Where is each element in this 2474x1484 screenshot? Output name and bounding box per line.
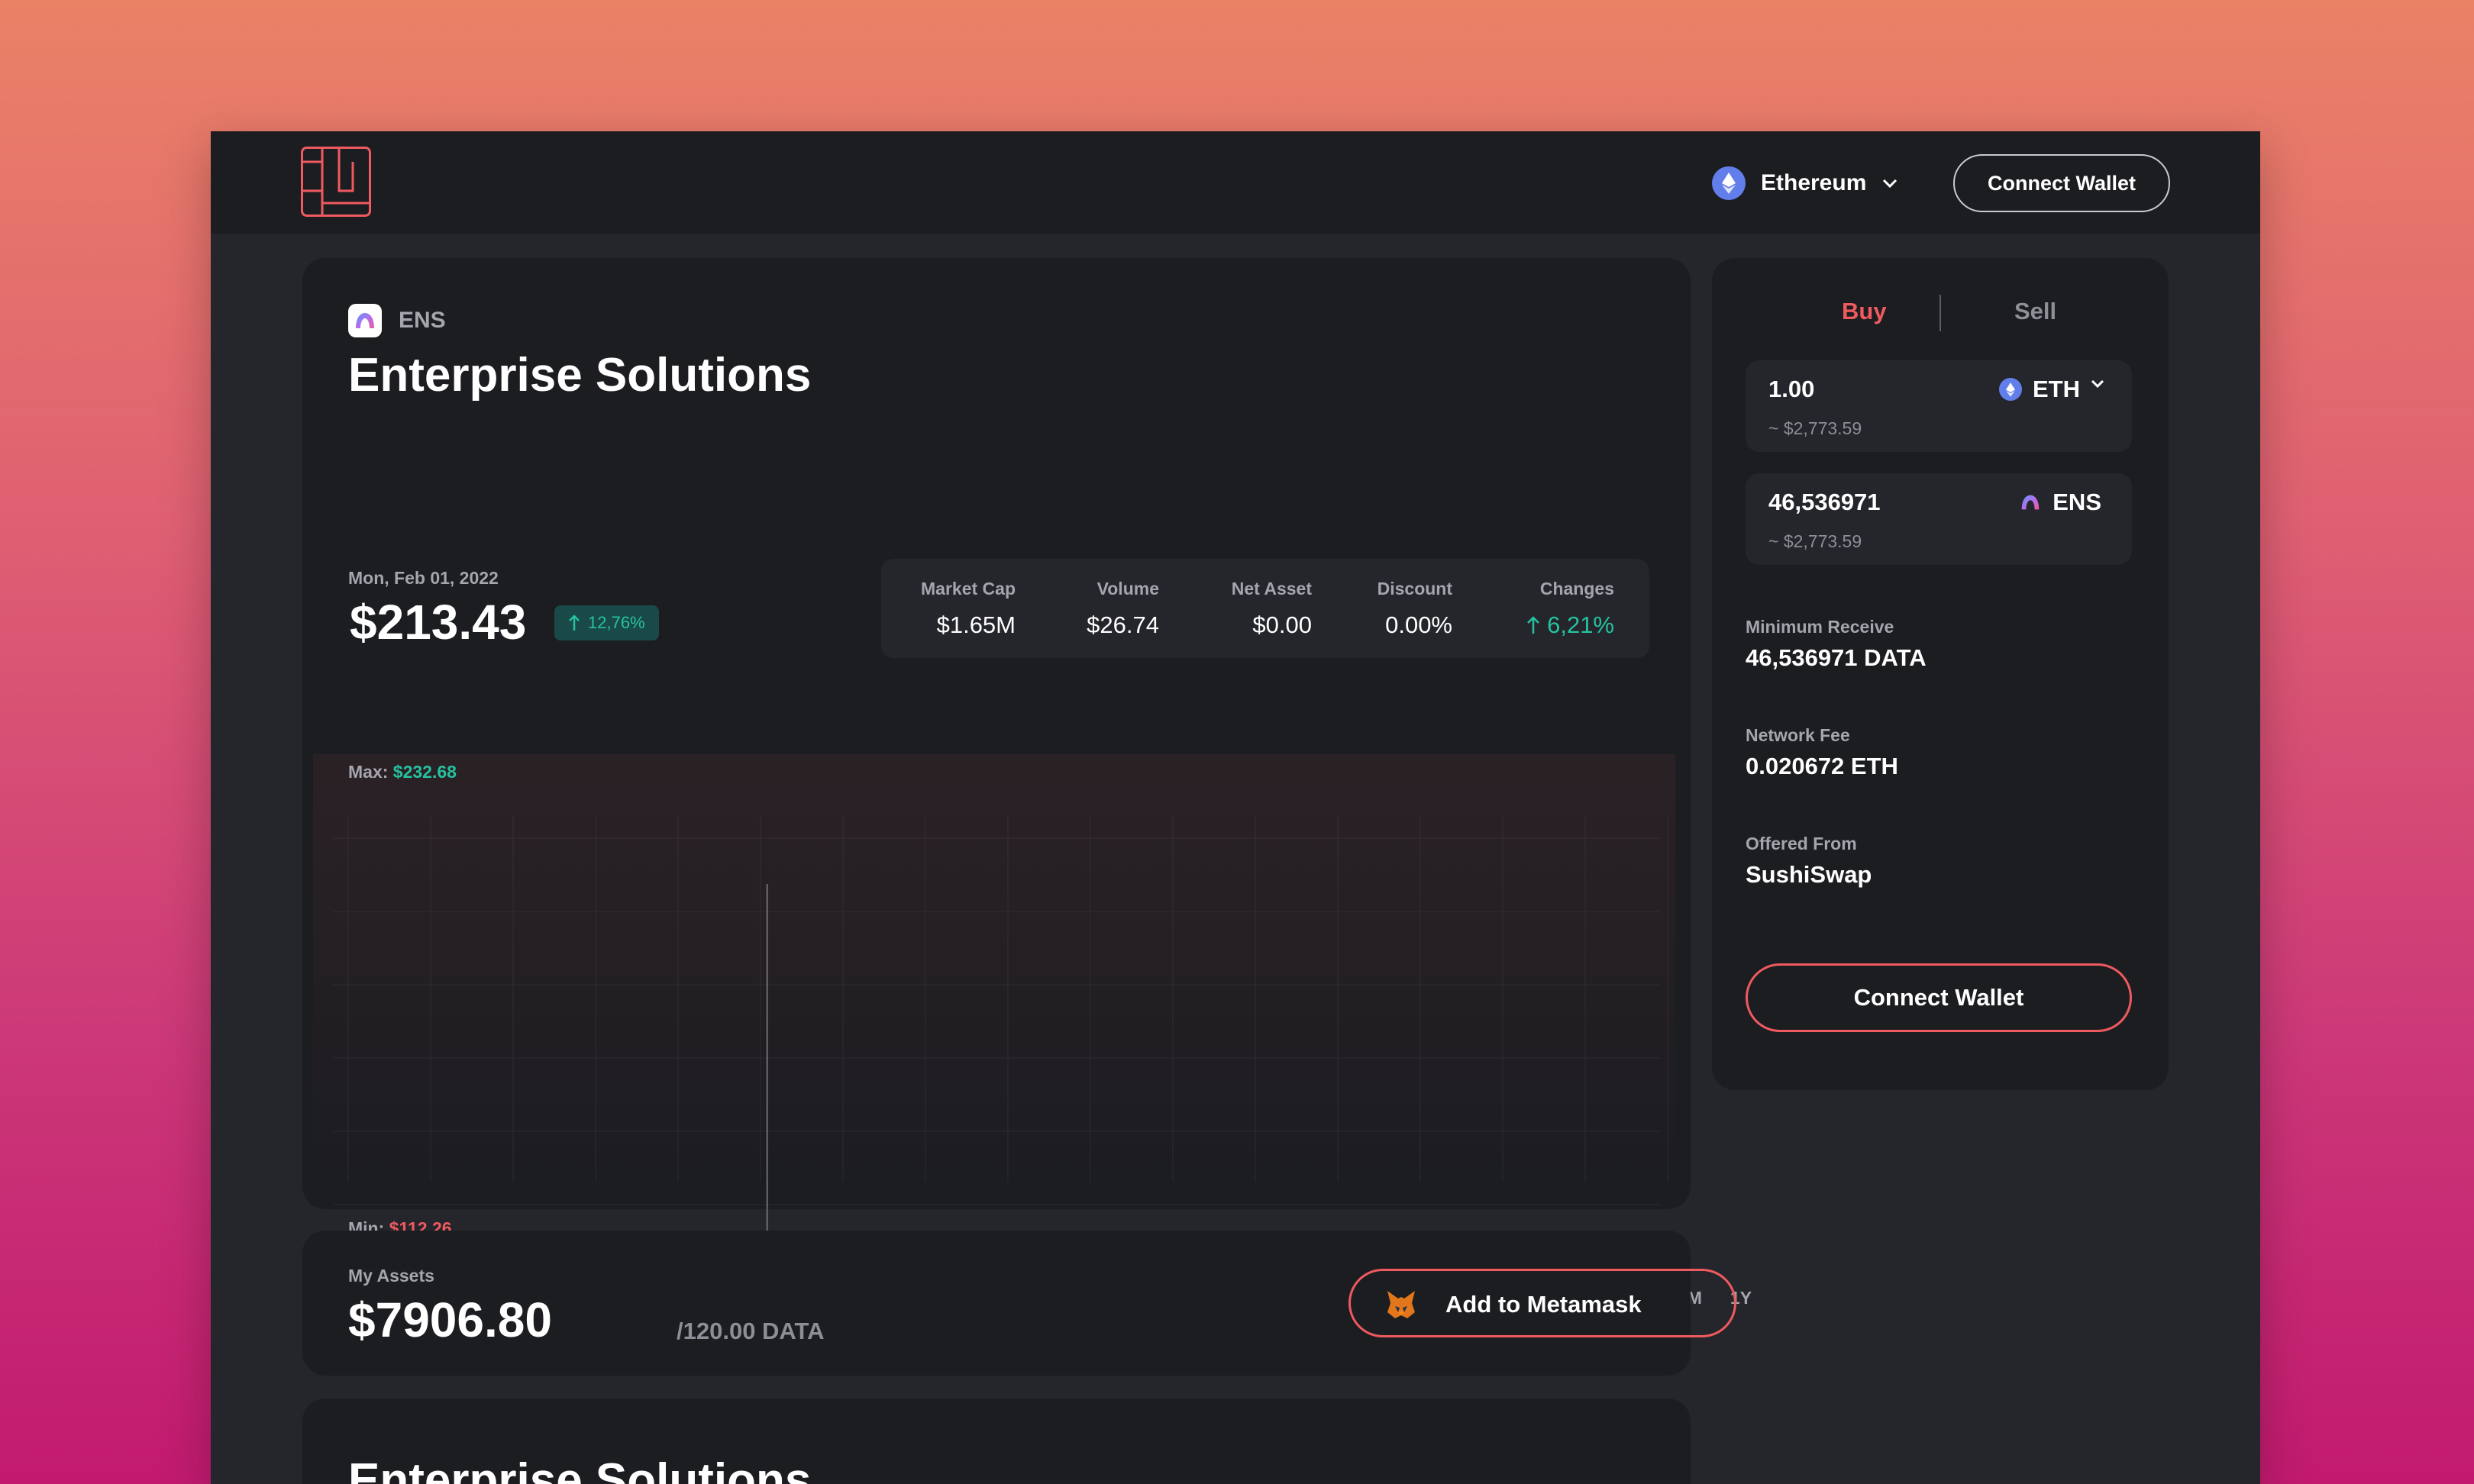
receive-amount-input[interactable]: 46,536971 [1768,489,1881,516]
tab-divider [1939,295,1941,331]
stat-changes: Changes 6,21% [1526,579,1614,639]
stat-net-asset: Net Asset $0.00 [1232,579,1312,639]
offered-from-value: SushiSwap [1746,861,1872,888]
receive-token-selector[interactable]: ENS [2019,489,2101,516]
network-selector[interactable]: Ethereum [1712,165,1898,202]
chart-area [313,754,1675,1182]
pay-token-selector[interactable]: ETH [1999,376,2104,403]
chart-max: Max: $232.68 [348,762,457,782]
pay-amount-input[interactable]: 1.00 [1768,376,1814,403]
stat-volume: Volume $26.74 [1087,579,1159,639]
top-bar: Ethereum Connect Wallet [211,131,2260,234]
assets-label: My Assets [348,1266,434,1286]
ens-logo-icon [348,304,382,337]
stat-discount: Discount 0.00% [1377,579,1452,639]
chevron-down-icon [1883,179,1897,189]
token-stats: Market Cap $1.65M Volume $26.74 Net Asse… [881,559,1649,658]
token-symbol: ENS [399,308,446,333]
arrow-up-icon [569,615,580,631]
current-price: $213.43 [350,595,527,650]
network-name: Ethereum [1761,170,1867,195]
price-chart[interactable] [302,754,1691,1250]
app-window: Ethereum Connect Wallet ENS Enterprise S… [211,131,2260,1484]
receive-token-symbol: ENS [2053,489,2101,515]
ethereum-icon [1999,378,2022,401]
chevron-down-icon [2091,379,2104,389]
token-overview-card: ENS Enterprise Solutions Mon, Feb 01, 20… [302,258,1752,1316]
my-assets-card: My Assets $7906.80 /120.00 DATA Add to M… [302,1231,1736,1376]
stat-label: Volume [1097,579,1159,598]
brand-logo-icon[interactable] [301,147,371,217]
network-fee-value: 0.020672 ETH [1746,753,1898,779]
pay-token-symbol: ETH [2033,376,2080,402]
assets-amount: /120.00 DATA [677,1318,825,1344]
stat-value: 6,21% [1526,611,1614,639]
chart-max-value: $232.68 [392,762,457,782]
offered-from-label: Offered From [1746,834,1857,853]
stat-value: $26.74 [1087,611,1159,638]
details-title: Enterprise Solutions [348,1454,812,1484]
stat-value: $0.00 [1252,611,1312,638]
stat-label: Net Asset [1231,579,1312,598]
stat-value: 0.00% [1385,611,1452,638]
arrow-up-icon [1527,616,1540,634]
ethereum-icon [1712,166,1746,200]
price-change-value: 12,76% [588,613,645,632]
minimum-receive-value: 46,536971 DATA [1746,644,1927,671]
pay-usd-value: ~ $2,773.59 [1768,418,1862,438]
trade-tabs: Buy Sell [1712,292,2169,337]
price-change-badge: 12,76% [554,605,659,640]
receive-usd-value: ~ $2,773.59 [1768,531,1862,551]
network-fee-label: Network Fee [1746,725,1850,745]
page-title: Enterprise Solutions [348,349,812,402]
stat-label: Changes [1539,579,1614,598]
details-card: Enterprise Solutions [302,1399,1691,1484]
ens-logo-icon [2022,495,2040,510]
stat-value: $1.65M [936,611,1016,638]
token-identity: ENS [348,304,446,337]
trade-connect-wallet-button[interactable]: Connect Wallet [1746,963,2132,1032]
stat-market-cap: Market Cap $1.65M [921,579,1016,639]
trade-panel: Buy Sell 1.00 ~ $2,773.59 ETH 46,536971 … [1712,258,2169,1090]
add-to-metamask-label: Add to Metamask [1445,1291,1642,1318]
changes-value: 6,21% [1547,611,1614,638]
price-date: Mon, Feb 01, 2022 [348,568,499,588]
chart-max-label: Max: [348,762,389,782]
tab-buy[interactable]: Buy [1842,298,1887,325]
assets-value: $7906.80 [348,1292,552,1347]
minimum-receive-label: Minimum Receive [1746,617,1894,637]
stat-label: Market Cap [921,579,1016,598]
metamask-fox-icon [1387,1291,1415,1318]
receive-amount-field[interactable]: 46,536971 ~ $2,773.59 ENS [1746,473,2132,565]
connect-wallet-button[interactable]: Connect Wallet [1953,154,2170,212]
tab-sell[interactable]: Sell [2014,298,2056,325]
add-to-metamask-button[interactable]: Add to Metamask [1348,1269,1736,1337]
pay-amount-field[interactable]: 1.00 ~ $2,773.59 ETH [1746,360,2132,452]
stat-label: Discount [1377,579,1452,598]
